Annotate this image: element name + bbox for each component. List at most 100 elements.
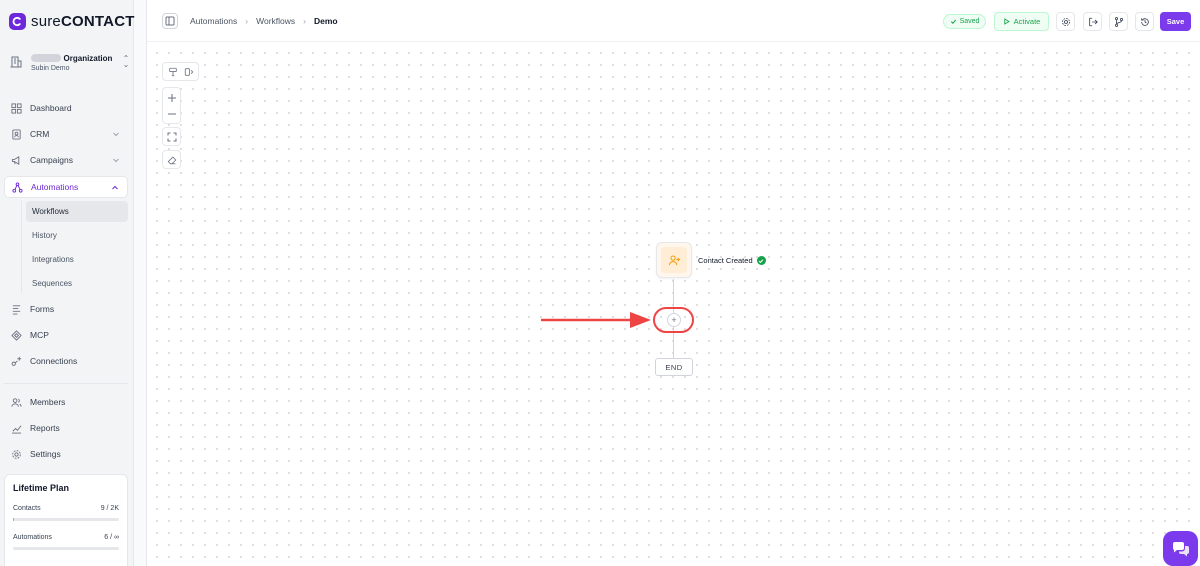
funnel-button[interactable]	[165, 64, 181, 80]
activate-button[interactable]: Activate	[994, 12, 1049, 31]
chart-icon	[10, 422, 22, 434]
git-branch-icon	[1114, 16, 1123, 27]
sidebar: sureCONTACT Organization Subin Demo ⌃ ⌄ D…	[0, 0, 134, 566]
building-icon	[10, 56, 22, 68]
sidebar-item-label: Reports	[30, 423, 60, 433]
sidebar-subitem-integrations[interactable]: Integrations	[26, 249, 128, 270]
sidebar-item-label: Campaigns	[30, 155, 73, 165]
sidebar-item-dashboard[interactable]: Dashboard	[4, 97, 128, 119]
trigger-label[interactable]: Contact Created	[698, 256, 766, 265]
breadcrumb-automations[interactable]: Automations	[190, 16, 237, 26]
annotation-arrow-icon	[541, 312, 651, 328]
sidebar-subitem-history[interactable]: History	[26, 225, 128, 246]
sidebar-item-label: Members	[30, 397, 66, 407]
breadcrumb-workflows[interactable]: Workflows	[256, 16, 295, 26]
sidebar-item-label: Settings	[30, 449, 61, 459]
mcp-icon	[10, 329, 22, 341]
submenu-guide-line	[21, 201, 22, 293]
sidebar-item-label: Forms	[30, 304, 55, 314]
saved-label: Saved	[959, 18, 980, 25]
breadcrumb-current: Demo	[313, 16, 338, 26]
sidebar-item-members[interactable]: Members	[4, 391, 128, 413]
export-icon	[184, 67, 193, 76]
clear-canvas-button[interactable]	[162, 150, 181, 169]
play-icon	[1003, 18, 1010, 25]
breadcrumb-separator-icon: ›	[245, 16, 249, 26]
sidebar-item-reports[interactable]: Reports	[4, 417, 128, 439]
history-icon	[1140, 17, 1149, 26]
end-node: END	[655, 358, 693, 376]
editor-topbar: Automations › Workflows › Demo Saved Act…	[147, 0, 1200, 42]
workflow-settings-button[interactable]	[1056, 12, 1075, 31]
plan-usage-card: Lifetime Plan Contacts 9 / 2K Automation…	[4, 474, 128, 566]
gear-icon	[1061, 17, 1070, 26]
chat-support-button[interactable]	[1163, 531, 1198, 566]
export-button[interactable]	[181, 64, 197, 80]
history-button[interactable]	[1135, 12, 1154, 31]
minus-icon	[167, 113, 176, 114]
sidebar-item-label: Dashboard	[30, 103, 72, 113]
workflow-icon	[11, 181, 23, 193]
automations-usage-value: 6 / ∞	[104, 534, 119, 541]
plan-title: Lifetime Plan	[13, 483, 70, 493]
sidebar-item-settings[interactable]: Settings	[4, 443, 128, 465]
brand-name: sureCONTACT	[31, 13, 135, 30]
exit-button[interactable]	[1083, 12, 1102, 31]
contacts-usage-value: 9 / 2K	[100, 505, 119, 512]
sidebar-item-forms[interactable]: Forms	[4, 298, 128, 320]
users-icon	[10, 396, 22, 408]
activate-label: Activate	[1013, 17, 1041, 26]
fit-view-button[interactable]	[162, 127, 181, 146]
zoom-out-button[interactable]	[164, 106, 180, 122]
zoom-in-button[interactable]	[164, 90, 180, 106]
blurred-avatar	[31, 54, 61, 63]
sidebar-item-label: Automations	[31, 182, 79, 192]
trigger-node-contact-created[interactable]	[656, 242, 692, 278]
contacts-usage-bar	[13, 518, 119, 521]
log-out-icon	[1088, 17, 1098, 26]
chevron-up-icon	[112, 185, 118, 190]
sidebar-item-label: Connections	[30, 356, 78, 366]
sidebar-item-label: CRM	[30, 129, 50, 139]
sidebar-subitem-workflows[interactable]: Workflows	[26, 201, 128, 222]
trigger-icon-box	[661, 247, 687, 273]
form-icon	[10, 303, 22, 315]
branch-button[interactable]	[1109, 12, 1128, 31]
sidebar-divider	[4, 383, 128, 384]
organization-name: Organization	[63, 53, 113, 63]
organization-subtitle: Subin Demo	[31, 64, 70, 72]
chevron-up-down-icon: ⌃ ⌄	[122, 54, 130, 69]
contacts-book-icon	[10, 128, 22, 140]
chevron-down-icon	[113, 158, 119, 163]
funnel-icon	[168, 67, 177, 76]
sidebar-item-label: MCP	[30, 330, 49, 340]
sidebar-subitem-sequences[interactable]: Sequences	[26, 273, 128, 294]
annotation-highlight-circle	[653, 307, 694, 333]
organization-switcher[interactable]: Organization Subin Demo ⌃ ⌄	[9, 50, 131, 74]
surecontact-logo-icon	[9, 13, 26, 30]
contacts-usage-label: Contacts	[13, 505, 41, 512]
toggle-sidebar-button[interactable]	[162, 13, 178, 29]
trigger-name: Contact Created	[698, 256, 753, 265]
canvas-mode-toolbar	[162, 62, 199, 81]
automations-usage-label: Automations	[13, 534, 52, 541]
sidebar-item-automations[interactable]: Automations	[4, 176, 128, 198]
automations-usage-bar	[13, 547, 119, 550]
sidebar-item-connections[interactable]: Connections	[4, 350, 128, 372]
dashboard-icon	[10, 102, 22, 114]
sidebar-toggle-icon	[165, 16, 175, 26]
plus-icon	[167, 93, 176, 102]
eraser-icon	[167, 155, 176, 164]
zoom-controls	[162, 87, 181, 124]
gear-icon	[10, 448, 22, 460]
chat-bubbles-icon	[1172, 541, 1189, 556]
brand-logo[interactable]: sureCONTACT	[9, 13, 135, 30]
sidebar-item-crm[interactable]: CRM	[4, 123, 128, 145]
sidebar-item-mcp[interactable]: MCP	[4, 324, 128, 346]
save-button[interactable]: Save	[1160, 12, 1191, 31]
check-circle-icon	[756, 256, 766, 265]
maximize-icon	[167, 132, 176, 141]
workflow-canvas[interactable]: Contact Created + END	[147, 43, 1200, 566]
sidebar-item-campaigns[interactable]: Campaigns	[4, 149, 128, 171]
workflow-editor: Automations › Workflows › Demo Saved Act…	[146, 0, 1200, 566]
